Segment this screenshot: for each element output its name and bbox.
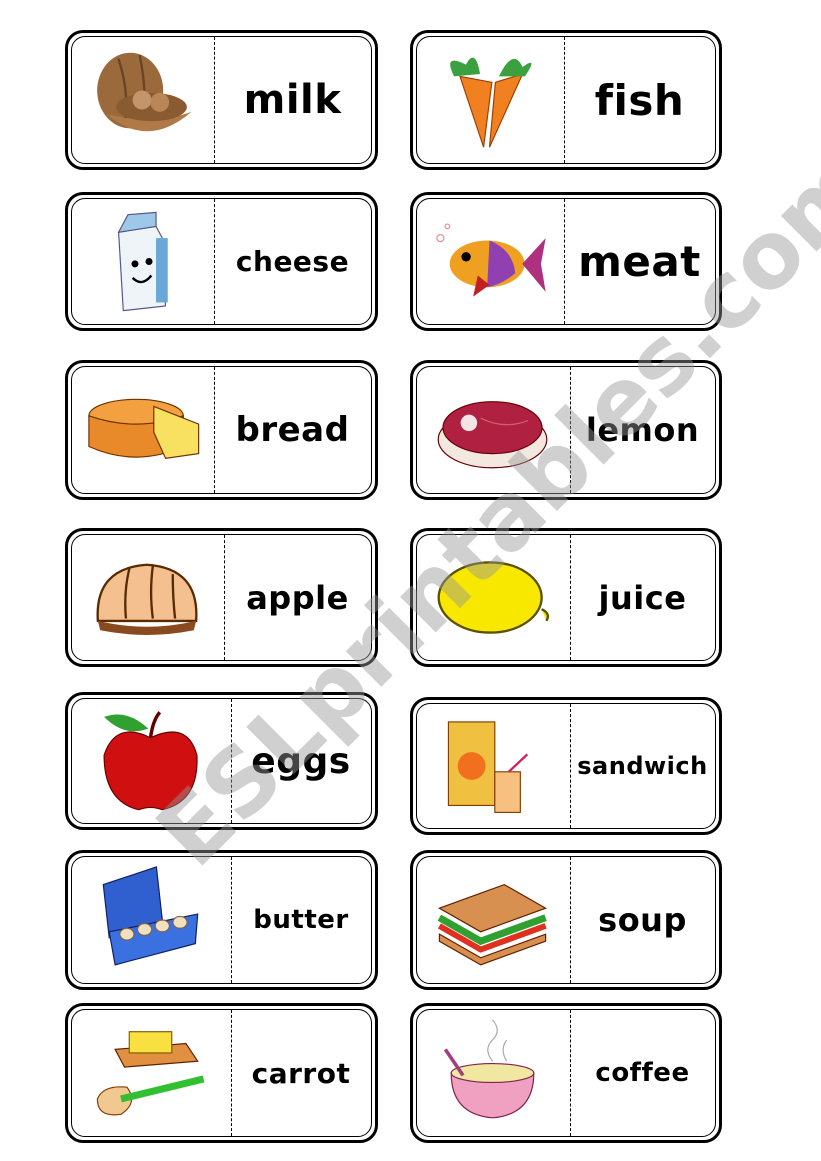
domino-card: juice (410, 528, 722, 667)
milk-carton-icon (82, 203, 202, 320)
card-word: carrot (251, 1056, 351, 1090)
dashed-divider (564, 199, 565, 324)
dashed-divider (570, 1010, 571, 1136)
card-word: fish (594, 75, 685, 125)
card-word: coffee (595, 1058, 690, 1088)
cheese-icon (82, 371, 202, 489)
carrot-icon (427, 41, 552, 159)
card-word: sandwich (577, 752, 708, 780)
meat-icon (427, 371, 558, 489)
dashed-divider (231, 857, 232, 983)
domino-card: coffee (410, 1003, 722, 1143)
domino-card: lemon (410, 360, 722, 500)
lemon-icon (427, 539, 558, 656)
butter-icon (82, 1014, 219, 1132)
card-word: apple (246, 578, 349, 617)
apple-icon (82, 703, 219, 819)
domino-card: milk (65, 30, 378, 170)
dashed-divider (224, 535, 225, 660)
dashed-divider (564, 37, 565, 163)
domino-card: apple (65, 528, 378, 667)
domino-card: sandwich (410, 697, 722, 835)
card-word: milk (243, 77, 342, 123)
dashed-divider (570, 535, 571, 660)
dashed-divider (214, 37, 215, 163)
card-word: soup (598, 901, 687, 939)
domino-card: fish (410, 30, 722, 170)
card-word: cheese (235, 245, 350, 278)
domino-card: meat (410, 192, 722, 331)
card-word: eggs (251, 740, 351, 782)
card-word: bread (235, 410, 350, 450)
card-word: butter (253, 905, 349, 935)
domino-card: bread (65, 360, 378, 500)
domino-card: carrot (65, 1003, 378, 1143)
dashed-divider (214, 367, 215, 493)
dashed-divider (570, 367, 571, 493)
walnut-icon (82, 41, 202, 159)
dashed-divider (214, 199, 215, 324)
card-word: juice (598, 578, 687, 617)
domino-card: soup (410, 850, 722, 990)
card-word: lemon (585, 411, 700, 449)
fish-icon (427, 203, 552, 320)
bread-icon (82, 539, 212, 656)
soup-icon (427, 1014, 558, 1132)
dashed-divider (231, 1010, 232, 1136)
juice-icon (427, 708, 558, 824)
card-word: meat (578, 237, 701, 286)
dashed-divider (570, 857, 571, 983)
sandwich-icon (427, 861, 558, 979)
domino-card: eggs (65, 692, 378, 830)
dashed-divider (570, 704, 571, 828)
domino-card: cheese (65, 192, 378, 331)
dashed-divider (231, 699, 232, 823)
egg-carton-icon (82, 861, 219, 979)
domino-card: butter (65, 850, 378, 990)
